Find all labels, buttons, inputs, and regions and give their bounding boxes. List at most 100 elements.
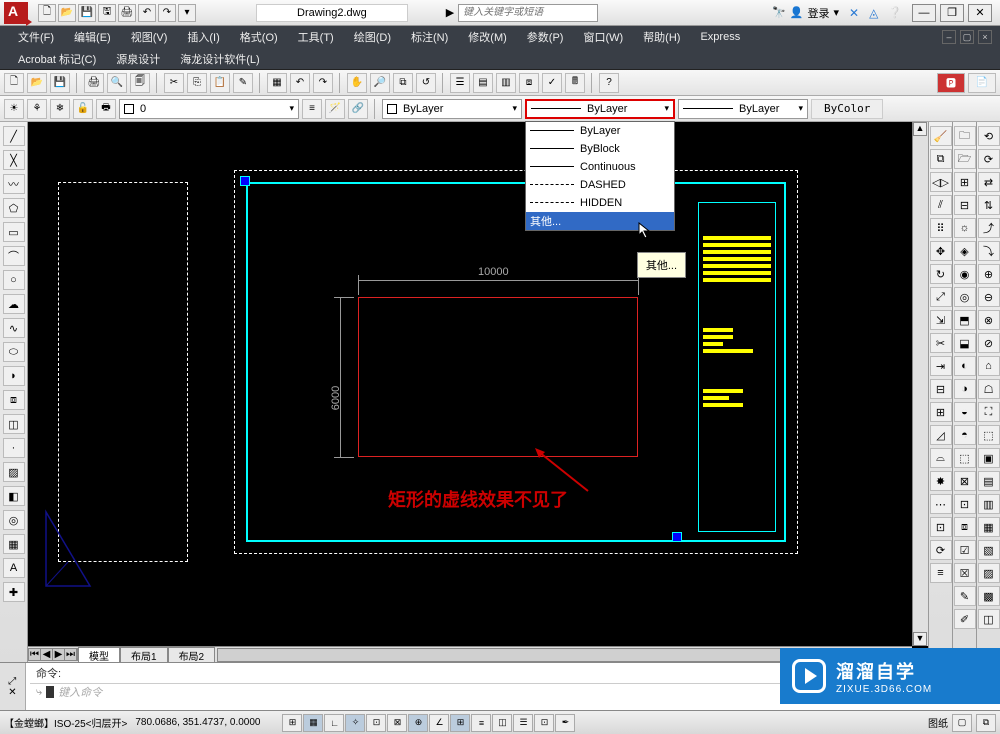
tab-prev-icon[interactable]: ◀ [41, 649, 53, 660]
tool-extb18-icon[interactable]: ▦ [978, 517, 1000, 537]
tab-layout1[interactable]: 布局1 [120, 647, 168, 663]
qat-save-icon[interactable]: 💾 [78, 4, 96, 22]
tool-join-icon[interactable]: ⊞ [930, 402, 952, 422]
qat-saveas-icon[interactable]: 🖫 [98, 4, 116, 22]
linetype-option[interactable]: HIDDEN [526, 194, 674, 212]
menu-draw[interactable]: 绘图(D) [344, 29, 401, 45]
tool-extb22-icon[interactable]: ◫ [978, 609, 1000, 629]
layer-freeze-icon[interactable]: ❄ [50, 99, 70, 119]
menu-tools[interactable]: 工具(T) [288, 29, 344, 45]
tb-pan-icon[interactable]: ✋ [347, 73, 367, 93]
menu-express[interactable]: Express [690, 31, 750, 43]
linetype-option[interactable]: ByBlock [526, 140, 674, 158]
tool-ext16-icon[interactable]: ⊠ [954, 471, 976, 491]
tool-xline-icon[interactable]: ╳ [3, 150, 25, 170]
login-dropdown-icon[interactable]: ▾ [833, 6, 839, 19]
tool-extb14-icon[interactable]: ⬚ [978, 425, 1000, 445]
window-maximize-button[interactable]: ❐ [940, 4, 964, 22]
menu-yuanquan[interactable]: 源泉设计 [106, 51, 170, 67]
tool-me-icon[interactable]: ⊡ [930, 517, 952, 537]
tool-ext19-icon[interactable]: ☑ [954, 540, 976, 560]
linetype-option-other[interactable]: 其他... [526, 212, 674, 230]
tool-mirror-icon[interactable]: ◁▷ [930, 172, 952, 192]
tool-move-icon[interactable]: ✥ [930, 241, 952, 261]
layer-manager-icon[interactable]: ☀ [4, 99, 24, 119]
tool-extb17-icon[interactable]: ▥ [978, 494, 1000, 514]
tb-sheetset-icon[interactable]: ⧈ [519, 73, 539, 93]
tool-hatch-icon[interactable]: ▨ [3, 462, 25, 482]
tb-matchprop-icon[interactable]: ✎ [233, 73, 253, 93]
tool-offset-icon[interactable]: ⫽ [930, 195, 952, 215]
scroll-down-icon[interactable]: ▼ [913, 632, 927, 646]
tb-designcenter-icon[interactable]: ▤ [473, 73, 493, 93]
dimension-text[interactable]: 10000 [478, 266, 509, 278]
status-polar-icon[interactable]: ✧ [345, 714, 365, 732]
tool-ext10-icon[interactable]: ⬓ [954, 333, 976, 353]
tool-extb5-icon[interactable]: ⤴ [978, 218, 1000, 238]
tool-extb12-icon[interactable]: ☖ [978, 379, 1000, 399]
menu-file[interactable]: 文件(F) [8, 29, 64, 45]
tool-ext9-icon[interactable]: ⬒ [954, 310, 976, 330]
tb-zoom-prev-icon[interactable]: ↺ [416, 73, 436, 93]
app-logo-icon[interactable] [4, 2, 28, 24]
tb-redo-icon[interactable]: ↷ [313, 73, 333, 93]
mdi-close-button[interactable]: × [978, 30, 992, 44]
exchange-icon[interactable]: ✕ [849, 6, 859, 20]
layer-states-icon[interactable]: ⚘ [27, 99, 47, 119]
tb-markup-icon[interactable]: ✓ [542, 73, 562, 93]
tool-trim-icon[interactable]: ✂ [930, 333, 952, 353]
tool-scale-icon[interactable]: ⤢ [930, 287, 952, 307]
menu-hailong[interactable]: 海龙设计软件(L) [170, 51, 269, 67]
tool-div-icon[interactable]: ⋯ [930, 494, 952, 514]
tool-extb8-icon[interactable]: ⊖ [978, 287, 1000, 307]
tb-properties-icon[interactable]: ☰ [450, 73, 470, 93]
status-otrack-icon[interactable]: ⊕ [408, 714, 428, 732]
tb-help-icon[interactable]: ? [599, 73, 619, 93]
tool-extb11-icon[interactable]: ⌂ [978, 356, 1000, 376]
tool-extb10-icon[interactable]: ⊘ [978, 333, 1000, 353]
tool-revcloud-icon[interactable]: ☁ [3, 294, 25, 314]
status-tpy-icon[interactable]: ◫ [492, 714, 512, 732]
binoculars-icon[interactable]: 🔭 [772, 6, 786, 19]
tb-pdf-icon[interactable]: 🅿 [937, 73, 965, 93]
qat-print-icon[interactable]: 🖨 [118, 4, 136, 22]
tool-ext17-icon[interactable]: ⊡ [954, 494, 976, 514]
tool-fillet-icon[interactable]: ⌓ [930, 448, 952, 468]
grip-handle[interactable] [240, 176, 250, 186]
menu-view[interactable]: 视图(V) [121, 29, 178, 45]
tool-ext2-icon[interactable]: 🗁 [954, 149, 976, 169]
tool-spline-icon[interactable]: ∿ [3, 318, 25, 338]
tool-rotate-icon[interactable]: ↻ [930, 264, 952, 284]
tool-align-icon[interactable]: ≡ [930, 563, 952, 583]
command-handle-icon[interactable]: ⤢✕ [0, 663, 26, 710]
status-ducs-icon[interactable]: ∠ [429, 714, 449, 732]
tool-extb16-icon[interactable]: ▤ [978, 471, 1000, 491]
tool-ext13-icon[interactable]: ◒ [954, 402, 976, 422]
tool-ext8-icon[interactable]: ◎ [954, 287, 976, 307]
mdi-restore-button[interactable]: ▢ [960, 30, 974, 44]
qat-dropdown-icon[interactable]: ▾ [178, 4, 196, 22]
tool-extb21-icon[interactable]: ▩ [978, 586, 1000, 606]
tb-publish-icon[interactable]: 🗐 [130, 73, 150, 93]
status-grid-icon[interactable]: ▦ [303, 714, 323, 732]
tool-gradient-icon[interactable]: ◧ [3, 486, 25, 506]
tool-ext11-icon[interactable]: ◐ [954, 356, 976, 376]
status-qp-icon[interactable]: ☰ [513, 714, 533, 732]
menu-format[interactable]: 格式(O) [230, 29, 288, 45]
tool-extb3-icon[interactable]: ⇄ [978, 172, 1000, 192]
linetype-option[interactable]: Continuous [526, 158, 674, 176]
layer-combo[interactable]: 0 ▾ [119, 99, 299, 119]
tool-break-icon[interactable]: ⊟ [930, 379, 952, 399]
tab-layout2[interactable]: 布局2 [168, 647, 216, 663]
tb-toolpalette-icon[interactable]: ▥ [496, 73, 516, 93]
tool-ext6-icon[interactable]: ◈ [954, 241, 976, 261]
status-paper-label[interactable]: 图纸 [928, 715, 948, 730]
tool-line-icon[interactable]: ╱ [3, 126, 25, 146]
tool-circle-icon[interactable]: ○ [3, 270, 25, 290]
tb-paste-icon[interactable]: 📋 [210, 73, 230, 93]
drawing-canvas[interactable]: 10000 6000 矩形的虚线效果不见了 ▲ ▼ ⏮ ◀ ▶ ⏭ 模型 布 [28, 122, 928, 662]
status-modelspace-icon[interactable]: ▢ [952, 714, 972, 732]
tool-insert-icon[interactable]: ⧈ [3, 390, 25, 410]
grip-handle[interactable] [672, 532, 682, 542]
tool-extb2-icon[interactable]: ⟳ [978, 149, 1000, 169]
